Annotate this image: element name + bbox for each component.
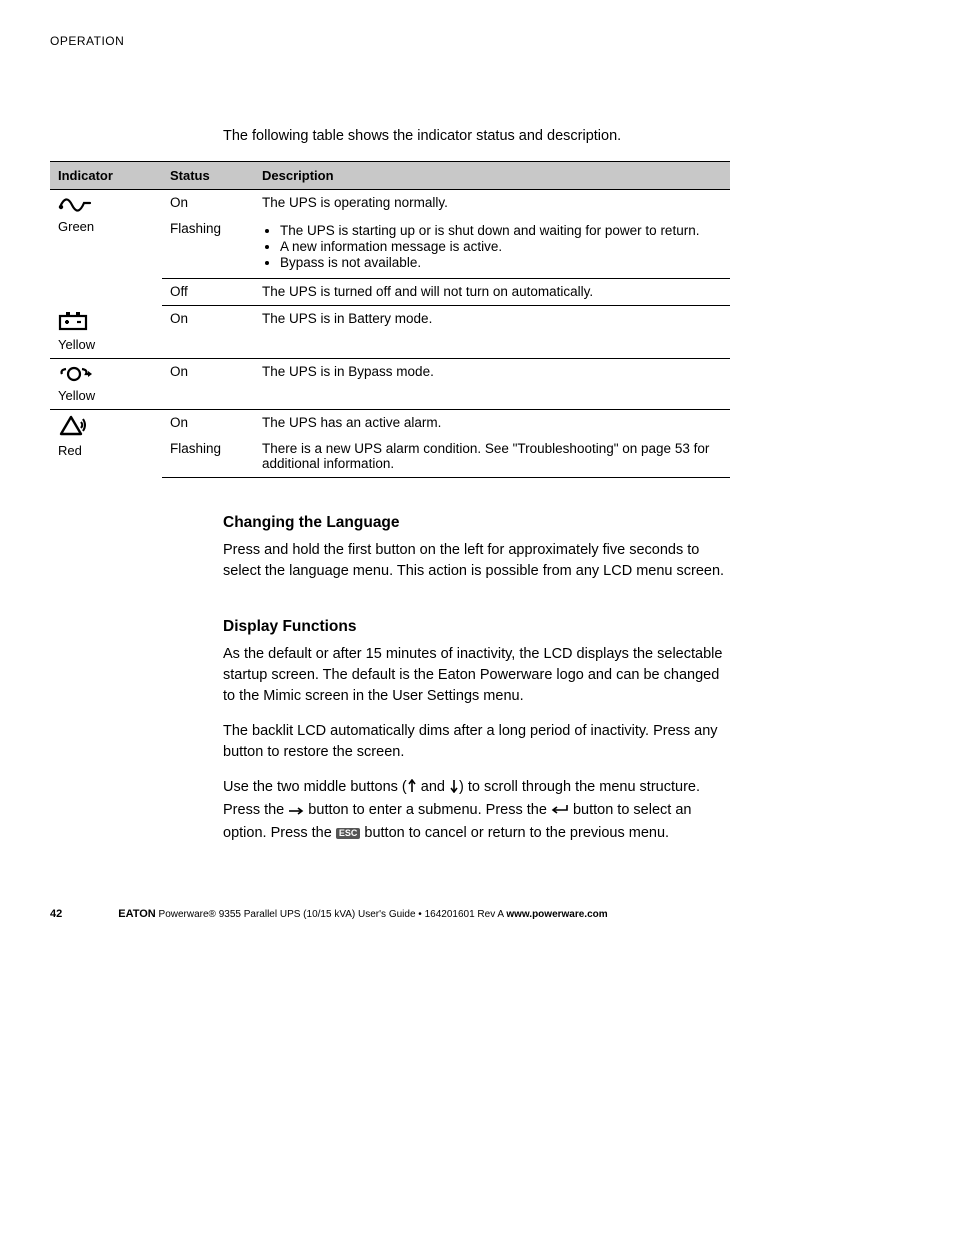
page-footer: 42EATON Powerware® 9355 Parallel UPS (10… xyxy=(50,908,904,920)
description-list-item: A new information message is active. xyxy=(280,239,722,254)
status-cell: Flashing xyxy=(162,436,254,478)
indicator-status-table: Indicator Status Description Green On Th… xyxy=(50,161,730,478)
footer-brand: EATON xyxy=(118,908,156,920)
description-cell: There is a new UPS alarm condition. See … xyxy=(254,436,730,478)
normal-mode-icon xyxy=(58,195,92,213)
arrow-right-icon xyxy=(288,802,304,823)
arrow-down-icon xyxy=(449,779,459,800)
alarm-icon xyxy=(58,415,88,437)
indicator-color-label: Green xyxy=(58,219,94,234)
table-header-description: Description xyxy=(254,162,730,190)
table-header-status: Status xyxy=(162,162,254,190)
description-cell: The UPS is starting up or is shut down a… xyxy=(254,216,730,279)
section-heading-language: Changing the Language xyxy=(223,514,729,532)
body-paragraph: The backlit LCD automatically dims after… xyxy=(223,721,729,763)
body-paragraph: Press and hold the first button on the l… xyxy=(223,540,729,582)
intro-paragraph: The following table shows the indicator … xyxy=(223,126,729,147)
indicator-color-label: Red xyxy=(58,443,82,458)
description-cell: The UPS has an active alarm. xyxy=(254,409,730,436)
footer-url: www.powerware.com xyxy=(506,909,607,920)
description-cell: The UPS is turned off and will not turn … xyxy=(254,279,730,306)
status-cell: On xyxy=(162,190,254,217)
body-paragraph-with-icons: Use the two middle buttons ( and ) to sc… xyxy=(223,777,729,844)
status-cell: Flashing xyxy=(162,216,254,279)
section-heading-display-functions: Display Functions xyxy=(223,618,729,636)
esc-button-icon: ESC xyxy=(336,828,361,839)
description-cell: The UPS is in Battery mode. xyxy=(254,306,730,359)
status-cell: Off xyxy=(162,279,254,306)
description-list-item: Bypass is not available. xyxy=(280,255,722,270)
status-cell: On xyxy=(162,358,254,409)
battery-mode-icon xyxy=(58,311,90,331)
status-cell: On xyxy=(162,306,254,359)
body-paragraph: As the default or after 15 minutes of in… xyxy=(223,644,729,707)
table-header-indicator: Indicator xyxy=(50,162,162,190)
page-number: 42 xyxy=(50,908,62,920)
description-list-item: The UPS is starting up or is shut down a… xyxy=(280,223,722,238)
arrow-up-icon xyxy=(407,779,417,800)
enter-icon xyxy=(551,802,569,823)
status-cell: On xyxy=(162,409,254,436)
indicator-color-label: Yellow xyxy=(58,388,95,403)
description-cell: The UPS is in Bypass mode. xyxy=(254,358,730,409)
indicator-color-label: Yellow xyxy=(58,337,95,352)
running-header: OPERATION xyxy=(50,34,904,48)
description-cell: The UPS is operating normally. xyxy=(254,190,730,217)
bypass-mode-icon xyxy=(58,364,94,382)
